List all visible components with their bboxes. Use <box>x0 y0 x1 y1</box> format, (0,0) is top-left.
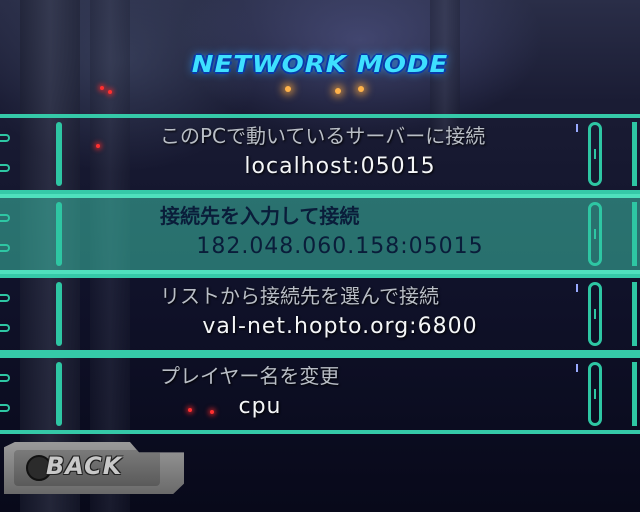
menu-item-label: リストから接続先を選んで接続 <box>160 284 439 308</box>
menu-item-player-name[interactable]: プレイヤー名を変更 cpu <box>0 354 640 434</box>
back-button-label: BACK <box>46 452 123 480</box>
menu-item-enter-address[interactable]: 接続先を入力して接続 182.048.060.158:05015 <box>0 194 640 274</box>
menu-item-label: 接続先を入力して接続 <box>160 204 360 228</box>
background-red-light <box>108 90 112 94</box>
background-red-light <box>100 86 104 90</box>
left-connector <box>0 374 10 382</box>
menu-item-value: val-net.hopto.org:6800 <box>202 314 478 339</box>
menu-item-label: このPCで動いているサーバーに接続 <box>160 124 486 148</box>
menu-item-value: localhost:05015 <box>244 154 436 179</box>
screen-title: NETWORK MODE <box>191 51 449 79</box>
menu-item-value: cpu <box>238 394 282 419</box>
background-light <box>335 88 341 94</box>
scroll-tick <box>576 124 578 132</box>
menu-item-local-server[interactable]: このPCで動いているサーバーに接続 localhost:05015 <box>0 114 640 194</box>
menu-item-label: プレイヤー名を変更 <box>160 364 340 388</box>
left-connector <box>0 134 10 142</box>
menu-item-server-list[interactable]: リストから接続先を選んで接続 val-net.hopto.org:6800 <box>0 274 640 354</box>
scroll-tick <box>576 364 578 372</box>
menu-item-value: 182.048.060.158:05015 <box>196 234 484 259</box>
left-connector <box>0 294 10 302</box>
right-edge-bar <box>632 362 637 426</box>
scroll-tick <box>576 284 578 292</box>
background-light <box>285 86 291 92</box>
left-connector <box>0 214 10 222</box>
background-light <box>358 86 364 92</box>
